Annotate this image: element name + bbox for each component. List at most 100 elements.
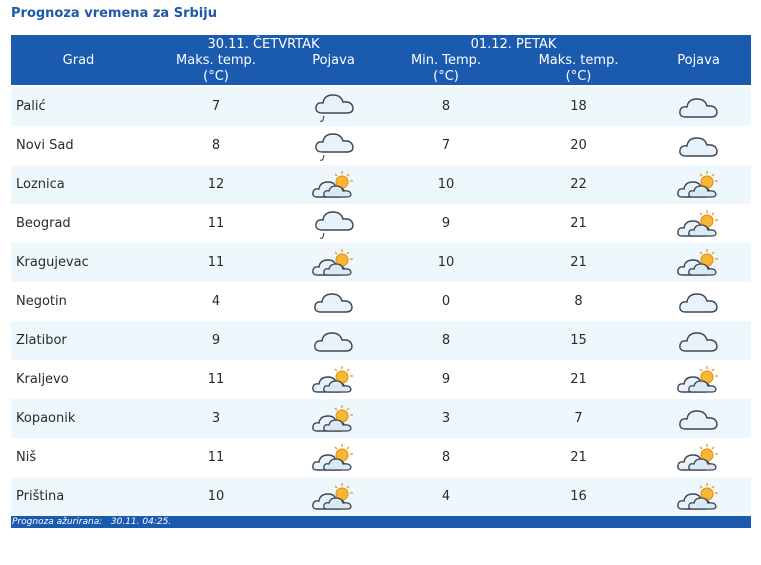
city-name: Palić <box>11 87 146 126</box>
col-day1-max-label: Maks. temp. <box>176 53 256 68</box>
day1-max-temp: 11 <box>146 204 286 243</box>
table-row: Kraljevo 11 9 21 <box>11 360 752 399</box>
table-row: Negotin 4 0 8 <box>11 282 752 321</box>
footer-timestamp: 30.11. 04:25. <box>110 517 172 527</box>
table-row: Zlatibor 9 8 15 <box>11 321 752 360</box>
day2-max-temp: 15 <box>511 321 647 360</box>
partly-cloudy-icon <box>286 438 382 477</box>
header-spacer <box>11 35 146 53</box>
partly-cloudy-icon <box>646 204 752 243</box>
rain-cloud-icon <box>286 204 382 243</box>
day2-max-temp: 16 <box>511 477 647 516</box>
table-row: Beograd 11 9 21 <box>11 204 752 243</box>
rain-cloud-icon <box>286 126 382 165</box>
table-body: Palić 7 8 18 Novi Sad 8 7 20 Loznica 12 10 22 Beogra… <box>11 85 752 516</box>
cloud-icon <box>646 399 752 438</box>
day1-max-temp: 9 <box>146 321 286 360</box>
day2-min-temp: 7 <box>381 126 512 165</box>
table-row: Niš 11 8 21 <box>11 438 752 477</box>
day1-max-temp: 3 <box>146 399 286 438</box>
day2-min-temp: 9 <box>381 204 512 243</box>
day2-header: 01.12. PETAK <box>470 37 557 52</box>
day2-min-temp: 0 <box>381 282 512 321</box>
partly-cloudy-icon <box>286 477 382 516</box>
day1-max-temp: 10 <box>146 477 286 516</box>
day1-max-temp: 8 <box>146 126 286 165</box>
city-name: Novi Sad <box>11 126 146 165</box>
day1-header: 30.11. ČETVRTAK <box>207 37 320 52</box>
col-day2-max-unit: (°C) <box>565 69 592 84</box>
partly-cloudy-icon <box>646 243 752 282</box>
col-day1-pojava: Pojava <box>312 53 355 68</box>
partly-cloudy-icon <box>286 243 382 282</box>
day2-max-temp: 21 <box>511 243 647 282</box>
day1-max-temp: 7 <box>146 87 286 126</box>
day2-max-temp: 7 <box>511 399 647 438</box>
city-name: Negotin <box>11 282 146 321</box>
partly-cloudy-icon <box>286 360 382 399</box>
footer-update: Prognoza ažurirana: 30.11. 04:25. <box>11 516 751 528</box>
forecast-table: 30.11. ČETVRTAK 01.12. PETAK Grad Maks. … <box>11 35 752 516</box>
footer-label: Prognoza ažurirana: <box>12 517 103 527</box>
day2-min-temp: 10 <box>381 243 512 282</box>
col-day1-max: Maks. temp. (°C) <box>146 53 286 85</box>
table-row: Palić 7 8 18 <box>11 87 752 126</box>
col-city: Grad <box>62 53 95 68</box>
partly-cloudy-icon <box>646 360 752 399</box>
day2-min-temp: 8 <box>381 438 512 477</box>
day2-min-temp: 9 <box>381 360 512 399</box>
day2-min-temp: 8 <box>381 87 512 126</box>
col-day2-min-label: Min. Temp. <box>410 53 482 68</box>
header-spacer <box>646 35 751 53</box>
partly-cloudy-icon <box>646 438 752 477</box>
day2-max-temp: 21 <box>511 438 647 477</box>
rain-cloud-icon <box>286 87 382 126</box>
col-day2-min-unit: (°C) <box>433 69 459 84</box>
day1-max-temp: 4 <box>146 282 286 321</box>
table-row: Kopaonik 3 3 7 <box>11 399 752 438</box>
city-name: Kopaonik <box>11 399 146 438</box>
partly-cloudy-icon <box>646 477 752 516</box>
day2-min-temp: 4 <box>381 477 512 516</box>
day2-min-temp: 3 <box>381 399 512 438</box>
table-row: Kragujevac 11 10 21 <box>11 243 752 282</box>
partly-cloudy-icon <box>286 399 382 438</box>
table-row: Loznica 12 10 22 <box>11 165 752 204</box>
day2-max-temp: 18 <box>511 87 647 126</box>
cloud-icon <box>646 282 752 321</box>
col-day2-max: Maks. temp. (°C) <box>511 53 646 85</box>
cloud-icon <box>646 126 752 165</box>
city-name: Loznica <box>11 165 146 204</box>
city-name: Niš <box>11 438 146 477</box>
day1-max-temp: 11 <box>146 438 286 477</box>
col-day2-pojava: Pojava <box>677 53 720 68</box>
day2-max-temp: 21 <box>511 360 647 399</box>
day1-max-temp: 12 <box>146 165 286 204</box>
cloud-icon <box>646 321 752 360</box>
partly-cloudy-icon <box>646 165 752 204</box>
city-name: Beograd <box>11 204 146 243</box>
city-name: Priština <box>11 477 146 516</box>
day2-max-temp: 21 <box>511 204 647 243</box>
cloud-icon <box>286 321 382 360</box>
city-name: Kraljevo <box>11 360 146 399</box>
city-name: Zlatibor <box>11 321 146 360</box>
page-title: Prognoza vremena za Srbiju <box>11 6 217 21</box>
day2-min-temp: 10 <box>381 165 512 204</box>
day1-max-temp: 11 <box>146 243 286 282</box>
forecast-table-container: 30.11. ČETVRTAK 01.12. PETAK Grad Maks. … <box>11 35 752 528</box>
table-row: Novi Sad 8 7 20 <box>11 126 752 165</box>
col-day2-max-label: Maks. temp. <box>538 53 619 68</box>
day1-max-temp: 11 <box>146 360 286 399</box>
day2-max-temp: 20 <box>511 126 647 165</box>
cloud-icon <box>646 87 752 126</box>
city-name: Kragujevac <box>11 243 146 282</box>
day2-max-temp: 8 <box>511 282 647 321</box>
table-row: Priština 10 4 16 <box>11 477 752 516</box>
day2-min-temp: 8 <box>381 321 512 360</box>
partly-cloudy-icon <box>286 165 382 204</box>
day2-max-temp: 22 <box>511 165 647 204</box>
cloud-icon <box>286 282 382 321</box>
col-day1-max-unit: (°C) <box>203 69 229 84</box>
col-day2-min: Min. Temp. (°C) <box>381 53 511 85</box>
